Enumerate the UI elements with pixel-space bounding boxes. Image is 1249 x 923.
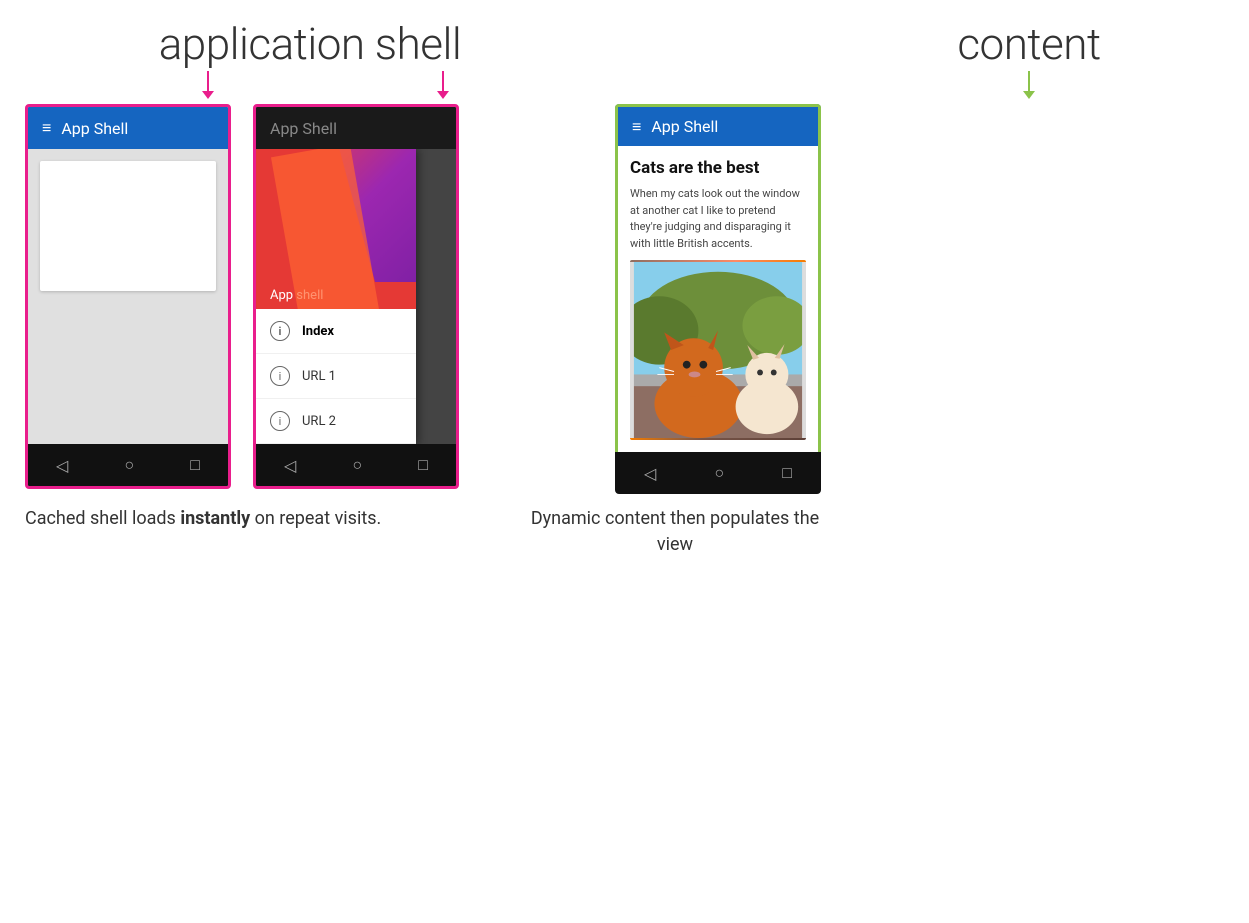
article-text: When my cats look out the window at anot… [630,186,806,252]
drawer-item-url2[interactable]: i URL 2 [256,399,416,444]
recent-btn-3[interactable]: □ [782,463,792,483]
recent-btn-2[interactable]: □ [418,455,428,475]
phone-group-left: ≡ App Shell ◁ ○ □ App Shell [25,104,615,489]
article-title: Cats are the best [630,158,806,178]
phone1-title: App Shell [61,119,128,138]
back-btn-1[interactable]: ◁ [56,456,68,475]
home-btn-3[interactable]: ○ [714,463,724,483]
phone1-navbar: ≡ App Shell [28,107,228,149]
phone1-content [28,149,228,444]
phone2-navbar-bg: App Shell [256,107,456,149]
drawer-menu: i Index i URL 1 i URL 2 [256,309,416,444]
bottom-text-right: Dynamic content then populates the view [525,506,825,556]
arrow-content [1023,71,1035,99]
recent-btn-1[interactable]: □ [190,455,200,475]
phone2-wrapper: App Shell App shell i [253,104,459,489]
bottom-left-pre: Cached shell loads [25,508,180,529]
drawer-label: App shell [256,282,416,309]
home-btn-2[interactable]: ○ [352,455,362,475]
hamburger-icon-1: ≡ [42,118,51,138]
drawer-item-index[interactable]: i Index [256,309,416,354]
info-icon-1: i [270,321,290,341]
phone3-title: App Shell [651,117,718,136]
phone3-bottom-bar: ◁ ○ □ [615,452,821,494]
back-btn-3[interactable]: ◁ [644,464,656,483]
bottom-row: Cached shell loads instantly on repeat v… [0,506,1249,556]
home-btn-1[interactable]: ○ [124,455,134,475]
app-shell-label: application shell [30,18,590,70]
phone2-bottom-bar: ◁ ○ □ [256,444,456,486]
phone3-body: Cats are the best When my cats look out … [615,146,821,452]
phones-section: ≡ App Shell ◁ ○ □ App Shell [0,104,1249,494]
info-icon-3: i [270,411,290,431]
arrows-row [0,70,1249,100]
bottom-left-bold: instantly [180,508,250,529]
cat-image [630,260,806,440]
bottom-left-post: on repeat visits. [250,508,381,529]
content-placeholder [40,161,216,291]
cat-svg [630,260,806,440]
drawer-panel: App shell i Index i URL 1 [256,149,416,444]
drawer-item-url1[interactable]: i URL 1 [256,354,416,399]
arrow-left [202,71,214,99]
phone2-screen: App shell i Index i URL 1 [256,149,456,444]
colorful-header: App shell [256,149,416,309]
labels-row: application shell content [0,0,1249,70]
phone1-bottom-bar: ◁ ○ □ [28,444,228,486]
phone-group-right: ≡ App Shell Cats are the best When my ca… [615,104,915,494]
content-label: content [879,18,1179,70]
phone3-header: ≡ App Shell [615,104,821,146]
phone2-title: App Shell [270,119,337,138]
screen-overlay [416,149,456,444]
bottom-text-left: Cached shell loads instantly on repeat v… [25,506,465,531]
phone1-wrapper: ≡ App Shell ◁ ○ □ [25,104,231,489]
back-btn-2[interactable]: ◁ [284,456,296,475]
phone3-wrapper: ≡ App Shell Cats are the best When my ca… [615,104,821,494]
info-icon-2: i [270,366,290,386]
main-container: application shell content [0,0,1249,923]
hamburger-icon-3: ≡ [632,117,641,137]
arrow-right [437,71,449,99]
